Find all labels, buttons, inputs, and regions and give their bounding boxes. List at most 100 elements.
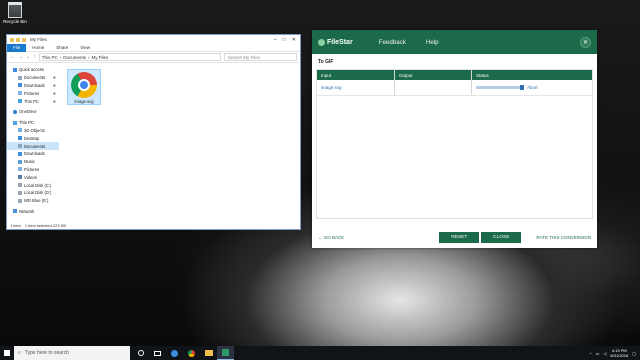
close-icon[interactable]: ✕ [580, 36, 591, 48]
nav-downloads[interactable]: Downloads [7, 150, 59, 158]
nav-onedrive[interactable]: OneDrive [7, 108, 59, 116]
drive-icon [18, 183, 22, 188]
nav-3d-objects[interactable]: 3D Objects [7, 127, 59, 135]
breadcrumb-separator-icon: › [87, 54, 90, 60]
system-tray: ^ ▭ ◁ 4:13 PM 8/31/2018 ▢ [590, 348, 640, 358]
go-back-link[interactable]: ← GO BACK [318, 235, 344, 240]
close-button[interactable]: CLOSE [481, 231, 522, 243]
file-name: image.svg [74, 99, 94, 104]
pictures-icon [18, 167, 22, 172]
file-item[interactable]: image.svg [67, 69, 101, 105]
item-count: 1 item [10, 222, 21, 228]
tab-view[interactable]: View [74, 44, 96, 52]
help-link[interactable]: Help [426, 39, 439, 46]
volume-icon[interactable]: ◁ [603, 351, 606, 356]
nav-desktop[interactable]: Desktop [7, 134, 59, 142]
clock[interactable]: 4:13 PM 8/31/2018 [610, 348, 628, 358]
input-file-link[interactable]: image.svg [321, 85, 342, 90]
windows-icon [4, 350, 10, 356]
breadcrumb-documents[interactable]: Documents [63, 55, 86, 60]
nav-quick-documents[interactable]: Documents ✱ [7, 74, 59, 82]
ribbon-tabs: File Home Share View [7, 43, 300, 52]
quick-access-toolbar [10, 37, 26, 42]
address-bar[interactable]: This PC › Documents › My Files [38, 53, 221, 61]
explorer-window-title: My Files [30, 37, 47, 42]
chrome-icon [71, 72, 97, 98]
up-arrow-icon[interactable]: ↑ [33, 54, 36, 60]
table-header: Input Output Status [317, 70, 592, 80]
column-status: Status [476, 72, 489, 78]
network-icon[interactable]: ▭ [596, 351, 600, 356]
nav-pictures[interactable]: Pictures [7, 166, 59, 174]
taskbar: ⌕ Type here to search ^ ▭ ◁ 4:13 PM 8/31… [0, 346, 640, 360]
table-row: image.svg Abort [317, 80, 592, 96]
properties-icon[interactable] [16, 37, 20, 42]
computer-icon [13, 120, 17, 125]
tab-file[interactable]: File [7, 43, 27, 52]
address-row: ← → ⌄ ↑ This PC › Documents › My Files S… [7, 52, 300, 63]
abort-link[interactable]: Abort [527, 85, 538, 90]
recycle-bin-shortcut[interactable]: Recycle Bin [2, 2, 28, 24]
star-icon [13, 67, 17, 72]
file-list: image.svg [59, 63, 300, 218]
task-view-icon[interactable] [149, 346, 166, 360]
nav-quick-downloads[interactable]: Downloads ✱ [7, 82, 59, 90]
conversion-heading: To GIF [318, 59, 334, 65]
explorer-search-input[interactable]: Search My Files [223, 53, 297, 61]
computer-icon [18, 99, 22, 104]
search-icon: ⌕ [18, 350, 21, 356]
desktop-background: Recycle Bin My Files – □ ✕ File Home Sha… [0, 0, 640, 346]
documents-icon [18, 144, 22, 149]
start-button[interactable] [0, 346, 14, 360]
nav-wd-blue-e[interactable]: WD Blue (E:) [7, 197, 59, 205]
chrome-icon[interactable] [183, 346, 200, 360]
brand-name: FileStar [327, 38, 353, 46]
downloads-icon [18, 83, 22, 88]
forward-arrow-icon[interactable]: → [18, 54, 23, 60]
notifications-icon[interactable]: ▢ [632, 351, 636, 356]
cube-icon [18, 128, 22, 133]
nav-videos[interactable]: Videos [7, 173, 59, 181]
conversion-progress-bar [476, 85, 525, 90]
nav-quick-access[interactable]: Quick access [7, 66, 59, 74]
nav-music[interactable]: Music [7, 158, 59, 166]
back-arrow-icon[interactable]: ← [10, 54, 15, 60]
filestar-logo-icon [318, 38, 325, 46]
new-folder-icon[interactable] [22, 37, 26, 42]
status-bar: 1 item 1 item selected 223 KB [7, 221, 300, 229]
nav-local-disk-d[interactable]: Local Disk (D:) [7, 189, 59, 197]
network-icon [13, 209, 17, 214]
documents-icon [18, 75, 22, 80]
rate-conversion-link[interactable]: RATE THIS CONVERSION [536, 235, 591, 240]
nav-quick-this-pc[interactable]: This PC ✱ [7, 97, 59, 105]
feedback-link[interactable]: Feedback [379, 39, 406, 46]
file-explorer-icon[interactable] [200, 346, 217, 360]
tab-home[interactable]: Home [26, 44, 50, 52]
close-icon[interactable]: ✕ [292, 37, 296, 43]
tab-share[interactable]: Share [50, 44, 74, 52]
filestar-taskbar-icon[interactable] [217, 346, 234, 360]
clock-date: 8/31/2018 [610, 353, 629, 358]
breadcrumb-this-pc[interactable]: This PC [42, 55, 58, 60]
filestar-dialog: FileStar Feedback Help ✕ To GIF Input Ou… [312, 30, 597, 248]
nav-network[interactable]: Network [7, 208, 59, 216]
recycle-bin-icon [8, 2, 22, 18]
downloads-icon [18, 151, 22, 156]
nav-local-disk-c[interactable]: Local Disk (C:) [7, 181, 59, 189]
taskbar-search-input[interactable]: ⌕ Type here to search [14, 346, 130, 360]
edge-icon[interactable] [166, 346, 183, 360]
nav-documents[interactable]: Documents [7, 142, 59, 150]
recycle-bin-label: Recycle Bin [3, 19, 27, 24]
nav-quick-pictures[interactable]: Pictures ✱ [7, 89, 59, 97]
column-output: Output [395, 70, 472, 80]
folder-icon[interactable] [10, 37, 14, 42]
nav-this-pc[interactable]: This PC [7, 119, 59, 127]
cloud-icon [13, 109, 17, 114]
minimize-icon[interactable]: – [274, 37, 277, 43]
recent-chevron-icon[interactable]: ⌄ [26, 54, 30, 60]
breadcrumb-my-files[interactable]: My Files [91, 55, 108, 60]
cortana-icon[interactable] [132, 346, 149, 360]
maximize-icon[interactable]: □ [283, 37, 286, 43]
chevron-up-icon[interactable]: ^ [590, 351, 592, 356]
reset-button[interactable]: RESET [439, 231, 480, 243]
